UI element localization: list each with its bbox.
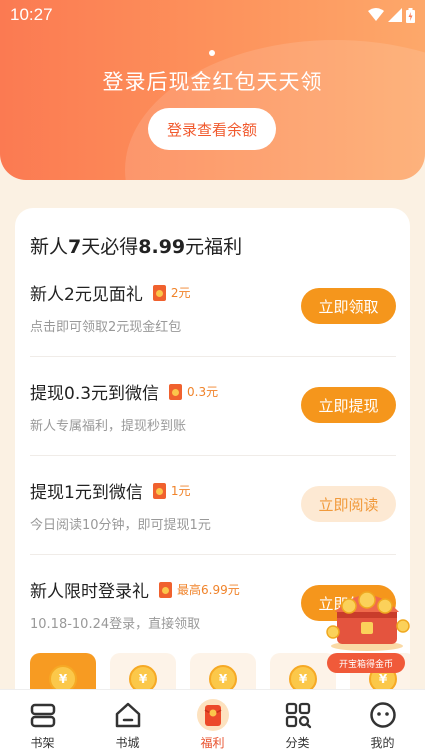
task-reward: 2元: [152, 284, 191, 301]
nav-item-mine[interactable]: 我的: [340, 690, 425, 755]
battery-icon: [406, 7, 415, 23]
nav-item-bookstore[interactable]: 书城: [85, 690, 170, 755]
red-envelope-icon: [196, 699, 230, 731]
treasure-chest-icon[interactable]: [325, 582, 410, 652]
card-title-amount: 8.99: [138, 236, 186, 258]
status-bar: 10:27: [0, 0, 425, 30]
nav-label: 分类: [285, 736, 310, 750]
red-envelope-icon: [152, 284, 166, 301]
claim-button[interactable]: 立即领取: [301, 288, 396, 324]
task-reward: 0.3元: [169, 383, 218, 400]
task-reward-text: 0.3元: [187, 385, 219, 399]
nav-label: 我的: [370, 736, 395, 750]
card-title-mid: 天必得: [81, 236, 139, 258]
task-name-text: 新人2元见面礼: [30, 285, 143, 305]
task-name: 新人限时登录礼 最高6.99元: [30, 577, 240, 602]
task-reward-text: 1元: [170, 484, 191, 498]
nav-item-bookshelf[interactable]: 书架: [0, 690, 85, 755]
status-icons: [368, 7, 415, 23]
task-reward: 1元: [152, 482, 191, 499]
bookshelf-icon: [29, 700, 57, 730]
red-envelope-icon: [159, 581, 172, 598]
nav-label: 书城: [115, 736, 140, 750]
login-check-balance-button[interactable]: 登录查看余额: [148, 108, 276, 150]
red-envelope-icon: [152, 482, 166, 499]
profile-icon: [369, 700, 397, 730]
task-name-text: 提现0.3元到微信: [30, 384, 160, 404]
carousel-dot: [209, 50, 215, 56]
task-name: 提现0.3元到微信 0.3元: [30, 379, 218, 404]
status-time: 10:27: [10, 5, 53, 24]
nav-label: 福利: [200, 736, 225, 750]
read-button[interactable]: 立即阅读: [301, 486, 396, 522]
task-reward: 最高6.99元: [159, 581, 240, 598]
banner-title: 登录后现金红包天天领: [102, 70, 323, 94]
task-name-text: 提现1元到微信: [30, 483, 143, 503]
red-envelope-icon: [169, 383, 183, 400]
task-desc: 点击即可领取2元现金红包: [30, 320, 182, 335]
task-name-text: 新人限时登录礼: [30, 582, 149, 602]
nav-item-welfare[interactable]: 福利: [170, 690, 255, 755]
bottom-nav: 书架 书城 福利 分类 我的: [0, 689, 425, 755]
task-reward-text: 2元: [170, 286, 191, 300]
withdraw-button[interactable]: 立即提现: [301, 387, 396, 423]
task-reward-text: 最高6.99元: [177, 583, 240, 597]
nav-item-category[interactable]: 分类: [255, 690, 340, 755]
open-chest-label[interactable]: 开宝箱得金币: [327, 653, 405, 673]
card-title-days: 7: [68, 236, 82, 258]
task-name: 提现1元到微信 1元: [30, 478, 190, 503]
category-icon: [284, 700, 312, 730]
card-title: 新人7天必得8.99元福利: [30, 232, 242, 259]
nav-label: 书架: [30, 736, 55, 750]
home-icon: [114, 700, 142, 730]
task-desc: 新人专属福利，提现秒到账: [30, 419, 187, 434]
task-item: 提现0.3元到微信 0.3元 新人专属福利，提现秒到账 立即提现: [30, 357, 396, 456]
task-item: 提现1元到微信 1元 今日阅读10分钟，即可提现1元 立即阅读: [30, 456, 396, 555]
task-item: 新人2元见面礼 2元 点击即可领取2元现金红包 立即领取: [30, 258, 396, 357]
card-title-suffix: 元福利: [185, 236, 243, 258]
signal-icon: [388, 8, 402, 22]
task-desc: 今日阅读10分钟，即可提现1元: [30, 518, 211, 533]
task-name: 新人2元见面礼 2元: [30, 280, 190, 305]
task-desc: 10.18-10.24登录，直接领取: [30, 617, 201, 632]
card-title-prefix: 新人: [30, 236, 69, 258]
wifi-icon: [368, 8, 384, 21]
